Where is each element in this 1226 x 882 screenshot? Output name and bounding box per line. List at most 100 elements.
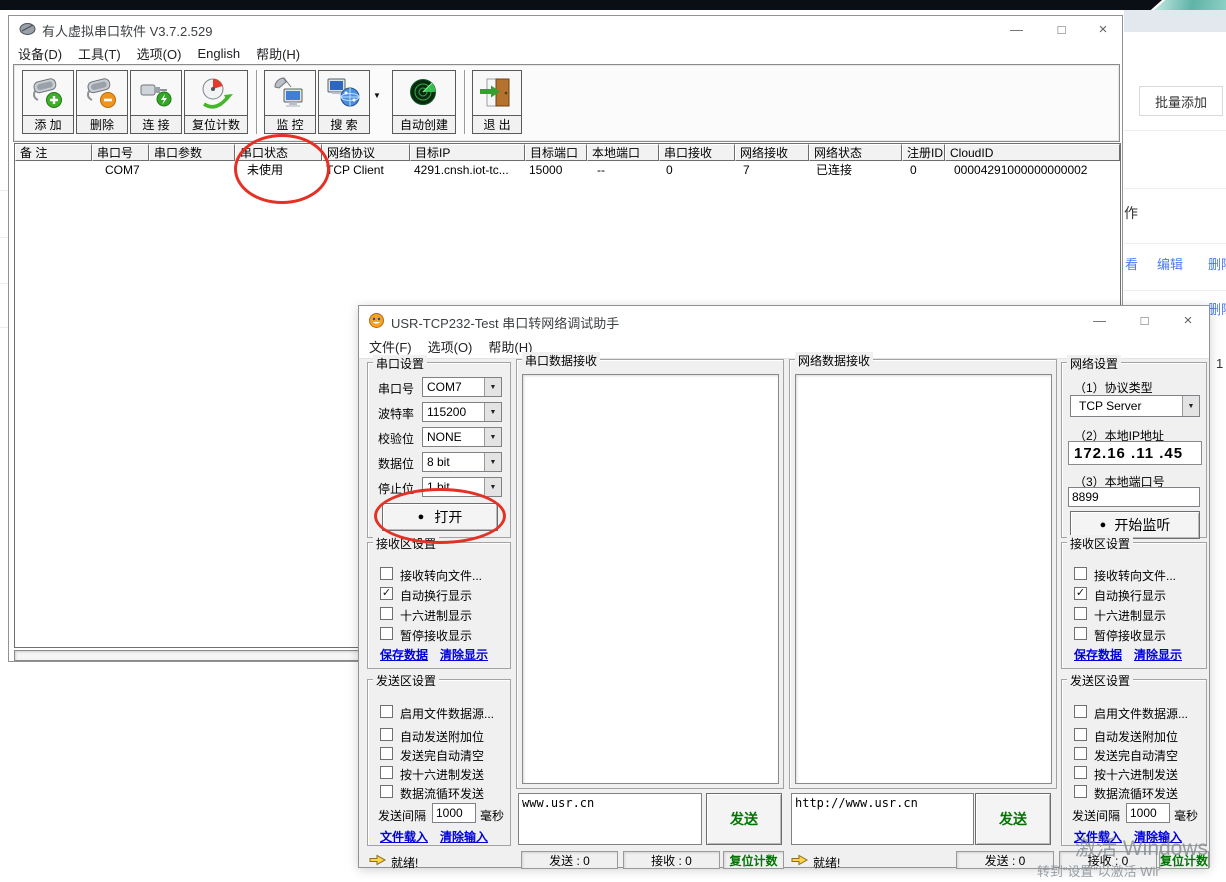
view-link[interactable]: 看 [1125,254,1138,273]
local-ip-input[interactable]: 172.16 .11 .45 [1068,441,1202,465]
checkbox-file-source[interactable] [380,705,393,718]
checkbox-auto-newline[interactable]: ✓ [1074,587,1087,600]
net-recv-textarea[interactable] [795,374,1052,784]
test-close-button[interactable]: × [1167,306,1209,334]
monitor-icon [265,71,315,115]
connect-button[interactable]: 连 接 [130,70,182,134]
col-net-status[interactable]: 网络状态 [809,144,902,161]
cell-serial-recv: 0 [659,161,735,178]
search-button[interactable]: 搜 索 [318,70,370,134]
test-maximize-button[interactable]: □ [1122,306,1167,334]
checkbox-send-hex[interactable] [1074,766,1087,779]
checkbox-auto-newline[interactable]: ✓ [380,587,393,600]
vcom-close-button[interactable]: × [1084,16,1122,42]
chevron-down-icon[interactable]: ▼ [484,428,501,446]
vcom-menu-help[interactable]: 帮助(H) [256,44,300,63]
com-port-select[interactable]: COM7 ▼ [422,377,502,397]
col-port-params[interactable]: 串口参数 [149,144,235,161]
chevron-down-icon[interactable]: ▼ [484,378,501,396]
checkbox-pause-recv[interactable] [1074,627,1087,640]
save-data-link[interactable]: 保存数据 [1074,646,1122,663]
net-send-button[interactable]: 发送 [975,793,1051,845]
add-port-button[interactable]: 添 加 [22,70,74,134]
send-interval-label: 发送间隔 [1072,807,1120,824]
col-remark[interactable]: 备 注 [15,144,92,161]
search-dropdown-icon[interactable]: ▼ [373,91,381,100]
delete-port-button[interactable]: 删除 [76,70,128,134]
serial-send-button[interactable]: 发送 [706,793,782,845]
test-window: USR-TCP232-Test 串口转网络调试助手 — □ × 文件(F) 选项… [358,305,1210,868]
monitor-button[interactable]: 监 控 [264,70,316,134]
checkbox-clear-after-send[interactable] [380,747,393,760]
auto-create-button[interactable]: 自动创建 [392,70,456,134]
col-net-recv[interactable]: 网络接收 [735,144,809,161]
edit-link[interactable]: 编辑 [1157,254,1183,273]
test-minimize-button[interactable]: — [1077,306,1122,334]
checkbox-send-hex[interactable] [380,766,393,779]
serial-send-input[interactable]: www.usr.cn [518,793,702,845]
col-com-port[interactable]: 串口号 [92,144,149,161]
send-interval-input[interactable] [432,803,476,823]
vcom-menu-english[interactable]: English [197,46,240,61]
checkbox-recv-to-file[interactable] [380,567,393,580]
test-menu-options[interactable]: 选项(O) [428,337,473,356]
clear-display-link[interactable]: 清除显示 [440,646,488,663]
vcom-maximize-button[interactable]: □ [1039,16,1084,42]
protocol-type-select[interactable]: TCP Server ▼ [1070,395,1200,417]
vcom-titlebar[interactable]: 有人虚拟串口软件 V3.7.2.529 — □ × [9,16,1122,42]
vcom-menu-tools[interactable]: 工具(T) [78,44,121,63]
reset-count-button[interactable]: 复位计数 [184,70,248,134]
exit-button[interactable]: 退 出 [472,70,522,134]
plug-connect-icon [131,71,181,115]
serial-reset-count-button[interactable]: 复位计数 [723,851,784,869]
chevron-down-icon[interactable]: ▼ [484,478,501,496]
checkbox-hex-display[interactable] [380,607,393,620]
checkbox-auto-append[interactable] [1074,728,1087,741]
red-circle-annotation-open-button [374,488,506,544]
save-data-link[interactable]: 保存数据 [380,646,428,663]
col-cloud-id[interactable]: CloudID [945,144,1120,161]
clear-display-link[interactable]: 清除显示 [1134,646,1182,663]
col-net-protocol[interactable]: 网络协议 [322,144,410,161]
col-register-id[interactable]: 注册ID [902,144,945,161]
delete-link-2[interactable]: 删除 [1208,299,1226,318]
load-file-link[interactable]: 文件载入 [380,828,428,845]
checkbox-clear-after-send[interactable] [1074,747,1087,760]
toolbar-label: 监 控 [265,115,315,133]
send-button-label: 发送 [730,809,758,829]
delete-link[interactable]: 删除 [1208,254,1226,273]
checkbox-file-source[interactable] [1074,705,1087,718]
send-interval-unit: 毫秒 [480,807,504,824]
checkbox-hex-display[interactable] [1074,607,1087,620]
clear-input-link[interactable]: 清除输入 [440,828,488,845]
table-row[interactable]: COM7 未使用 TCP Client 4291.cnsh.iot-tc... … [15,161,1120,178]
parity-select[interactable]: NONE ▼ [422,427,502,447]
local-port-input[interactable] [1068,487,1200,507]
vcom-minimize-button[interactable]: — [994,16,1039,42]
network-settings-group: 网络设置 （1）协议类型 TCP Server ▼ （2）本地IP地址 172.… [1061,362,1207,538]
baud-rate-select[interactable]: 115200 ▼ [422,402,502,422]
checkbox-loop-send[interactable] [380,785,393,798]
vcom-menu-options[interactable]: 选项(O) [137,44,182,63]
net-send-input[interactable]: http://www.usr.cn [791,793,974,845]
batch-add-button[interactable]: 批量添加 [1139,86,1223,116]
vcom-menu-device[interactable]: 设备(D) [18,44,62,63]
test-menu-file[interactable]: 文件(F) [369,337,412,356]
checkbox-loop-send[interactable] [1074,785,1087,798]
send-interval-input[interactable] [1126,803,1170,823]
col-target-port[interactable]: 目标端口 [525,144,587,161]
checkbox-pause-recv[interactable] [380,627,393,640]
chevron-down-icon[interactable]: ▼ [484,453,501,471]
data-bits-select[interactable]: 8 bit ▼ [422,452,502,472]
connector-add-icon [23,71,73,115]
col-local-port[interactable]: 本地端口 [587,144,659,161]
test-titlebar[interactable]: USR-TCP232-Test 串口转网络调试助手 — □ × [359,306,1209,334]
checkbox-recv-to-file[interactable] [1074,567,1087,580]
chevron-down-icon[interactable]: ▼ [1182,396,1199,416]
checkbox-auto-append[interactable] [380,728,393,741]
radio-dot-icon: ● [1100,519,1107,531]
col-target-ip[interactable]: 目标IP [410,144,525,161]
col-serial-recv[interactable]: 串口接收 [659,144,735,161]
serial-recv-textarea[interactable] [522,374,779,784]
chevron-down-icon[interactable]: ▼ [484,403,501,421]
